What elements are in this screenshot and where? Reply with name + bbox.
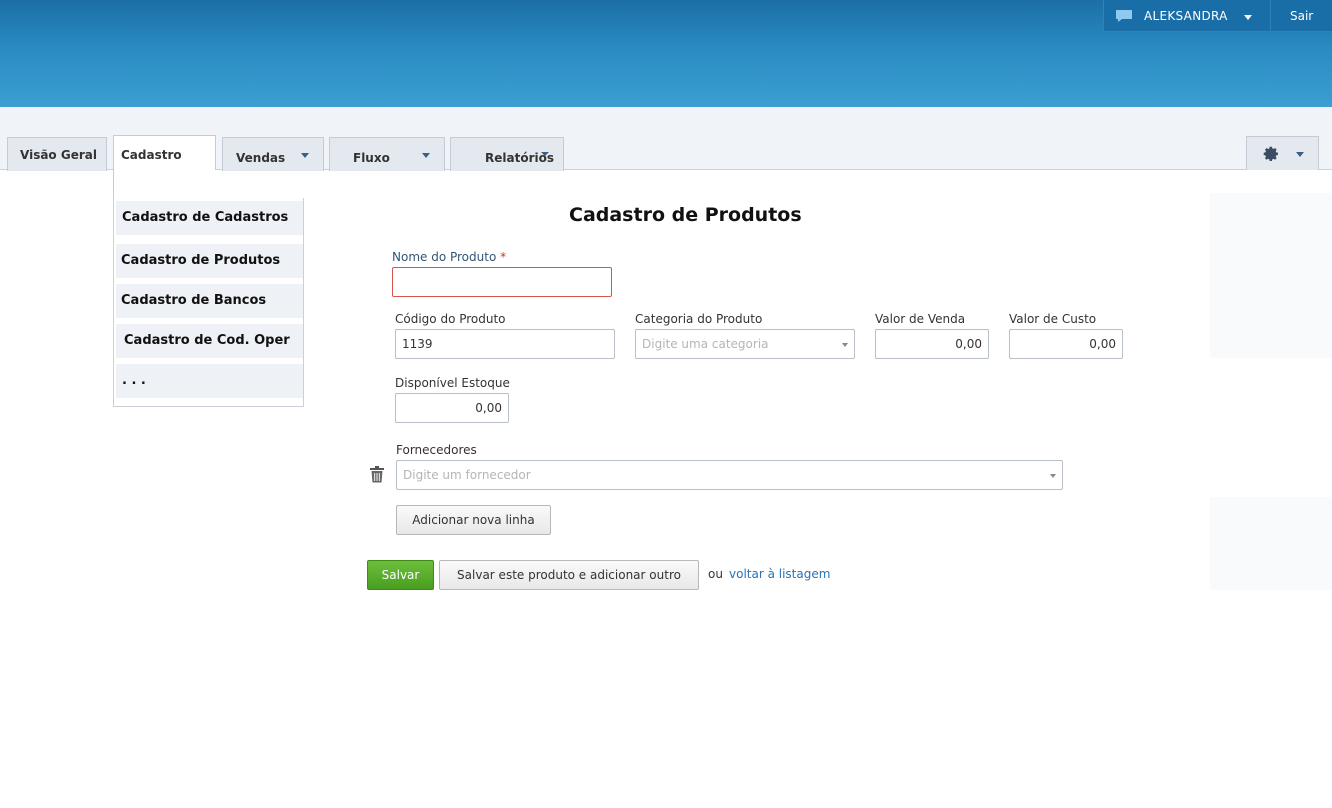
supplier-select[interactable]: Digite um fornecedor	[396, 460, 1063, 490]
dropdown-connector	[113, 170, 216, 198]
chevron-down-icon	[1050, 474, 1056, 478]
menu-item-cadastro-de-cod-oper[interactable]: Cadastro de Cod. Oper	[116, 324, 303, 358]
product-code-label: Código do Produto	[395, 312, 506, 326]
trash-icon[interactable]	[369, 466, 385, 483]
user-bar: ALEKSANDRA Sair	[1103, 0, 1332, 32]
back-to-list-link[interactable]: voltar à listagem	[729, 567, 830, 581]
cadastro-dropdown: Cadastro de Cadastros Cadastro de Produt…	[113, 198, 304, 407]
menu-item-label: Cadastro de Bancos	[121, 293, 267, 308]
menu-item-label: Cadastro de Cadastros	[122, 210, 289, 225]
chevron-down-icon	[301, 153, 309, 158]
tab-label: Vendas	[236, 151, 286, 165]
save-button[interactable]: Salvar	[367, 560, 434, 590]
required-mark: *	[500, 250, 507, 264]
tab-cadastro[interactable]: Cadastro	[113, 135, 216, 171]
menu-item-more[interactable]: . . .	[116, 364, 303, 398]
category-label: Categoria do Produto	[635, 312, 763, 326]
save-and-add-button[interactable]: Salvar este produto e adicionar outro	[439, 560, 699, 590]
cost-value-label: Valor de Custo	[1009, 312, 1097, 326]
tab-visao-geral[interactable]: Visão Geral	[7, 137, 107, 171]
tab-fluxo[interactable]: Fluxo	[329, 137, 445, 171]
chevron-down-icon	[1296, 152, 1304, 157]
background-panel	[1210, 497, 1332, 590]
tab-label: Fluxo	[353, 151, 390, 165]
top-header: ALEKSANDRA Sair	[0, 0, 1332, 107]
divider	[1270, 0, 1271, 31]
page-title: Cadastro de Produtos	[569, 204, 802, 226]
stock-input[interactable]: 0,00	[395, 393, 509, 423]
stock-label: Disponível Estoque	[395, 376, 510, 390]
suppliers-label: Fornecedores	[396, 443, 477, 457]
menu-item-label: . . .	[122, 373, 146, 388]
cost-value-input[interactable]: 0,00	[1009, 329, 1123, 359]
menu-item-cadastro-de-bancos[interactable]: Cadastro de Bancos	[116, 284, 303, 318]
add-line-button[interactable]: Adicionar nova linha	[396, 505, 551, 535]
menu-item-label: Cadastro de Cod. Oper	[124, 333, 290, 348]
chat-icon[interactable]	[1115, 9, 1133, 23]
gear-icon	[1263, 146, 1278, 162]
chevron-down-icon[interactable]	[1244, 15, 1252, 20]
category-placeholder: Digite uma categoria	[642, 337, 769, 351]
product-code-input[interactable]: 1139	[395, 329, 615, 359]
supplier-placeholder: Digite um fornecedor	[403, 468, 531, 482]
menu-item-label: Cadastro de Produtos	[121, 253, 281, 268]
tab-label: Cadastro	[121, 148, 182, 162]
sale-value-label: Valor de Venda	[875, 312, 966, 326]
tab-vendas[interactable]: Vendas	[222, 137, 324, 171]
chevron-down-icon	[422, 153, 430, 158]
chevron-down-icon	[541, 152, 549, 156]
username[interactable]: ALEKSANDRA	[1144, 9, 1228, 23]
settings-button[interactable]	[1246, 136, 1319, 170]
sale-value-input[interactable]: 0,00	[875, 329, 989, 359]
product-name-label-text: Nome do Produto	[392, 250, 497, 264]
tab-relatorios[interactable]: Relatórios	[450, 137, 564, 171]
or-text: ou	[708, 567, 723, 581]
menu-item-cadastro-de-cadastros[interactable]: Cadastro de Cadastros	[116, 201, 303, 235]
category-select[interactable]: Digite uma categoria	[635, 329, 855, 359]
logout-link[interactable]: Sair	[1290, 9, 1313, 23]
product-name-input[interactable]	[392, 267, 612, 297]
background-panel	[1210, 193, 1332, 358]
product-name-label: Nome do Produto *	[392, 250, 506, 264]
tab-label: Visão Geral	[20, 148, 97, 162]
chevron-down-icon	[842, 343, 848, 347]
menu-item-cadastro-de-produtos[interactable]: Cadastro de Produtos	[116, 244, 303, 278]
